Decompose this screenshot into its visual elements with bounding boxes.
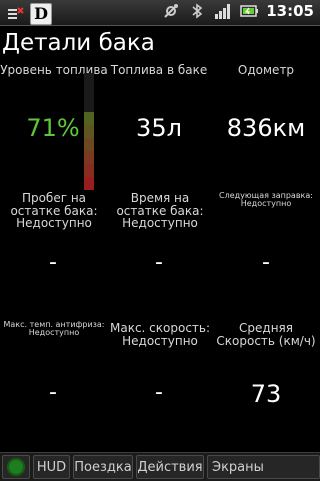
fuel-in-tank-value: 35л	[136, 114, 182, 142]
fuel-level-value: 71%	[26, 114, 80, 142]
status-bar: D 13:05	[0, 0, 320, 26]
fuel-in-tank-label: Топлива в баке	[110, 63, 208, 77]
max-coolant-value: -	[49, 380, 57, 405]
range-label: Пробег на остатке бака: Недоступно	[10, 191, 98, 231]
max-speed-value: -	[155, 380, 163, 405]
odometer-value: 836км	[226, 114, 306, 142]
gauge-segment	[84, 86, 94, 99]
time-left-value: -	[155, 250, 163, 275]
signal-icon	[214, 2, 232, 20]
clock: 13:05	[266, 2, 314, 20]
status-dot-button[interactable]	[2, 455, 30, 479]
tab-actions[interactable]: Действия	[136, 455, 204, 479]
gauge-segment	[84, 99, 94, 112]
tab-screens[interactable]: Экраны	[207, 455, 320, 479]
gauge-segment	[84, 151, 94, 164]
max-coolant-label: Макс. темп. антифриза: Недоступно	[3, 320, 105, 338]
max-speed-label: Макс. скорость: Недоступно	[109, 321, 211, 348]
gauge-segment	[84, 177, 94, 190]
range-value: -	[49, 250, 57, 275]
tab-screens-label: Экраны	[212, 459, 264, 475]
bottom-tab-bar: HUD Поездка Действия Экраны	[0, 452, 320, 481]
connection-status-icon	[7, 458, 25, 476]
time-left-label: Время на остатке бака: Недоступно	[116, 191, 204, 231]
gauge-segment	[84, 164, 94, 177]
battery-icon	[240, 2, 259, 20]
app-icon[interactable]: D	[30, 3, 52, 25]
bluetooth-icon	[188, 2, 206, 20]
notification-icon[interactable]	[6, 5, 24, 23]
next-refuel-label: Следующая заправка: Недоступно	[219, 191, 313, 209]
tab-trips[interactable]: Поездка	[73, 455, 133, 479]
tab-hud[interactable]: HUD	[33, 455, 70, 479]
avg-speed-value: 73	[250, 380, 282, 408]
avg-speed-label: Средняя Скорость (км/ч)	[216, 321, 316, 348]
next-refuel-value: -	[262, 250, 270, 275]
page-title: Детали бака	[2, 30, 155, 56]
gps-icon	[162, 2, 180, 20]
odometer-label: Одометр	[237, 63, 295, 77]
gauge-segment	[84, 73, 94, 86]
